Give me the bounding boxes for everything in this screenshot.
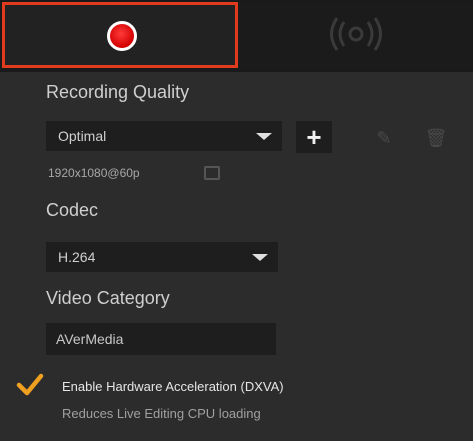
resolution-text: 1920x1080@60p <box>48 166 140 180</box>
recording-quality-dropdown[interactable]: Optimal <box>46 121 282 151</box>
video-category-input[interactable]: AVerMedia <box>46 323 276 355</box>
recording-quality-label: Recording Quality <box>46 82 190 102</box>
recording-quality-value: Optimal <box>58 128 107 144</box>
tab-stream[interactable] <box>238 2 473 68</box>
trash-icon[interactable]: 🗑 <box>424 126 448 150</box>
recording-settings-panel: Recording Quality Optimal + ✎ 🗑 1920x108… <box>0 0 473 441</box>
broadcast-icon <box>330 17 382 51</box>
record-dot-icon <box>107 21 137 51</box>
tab-bar <box>0 0 473 72</box>
chevron-down-icon <box>252 254 268 261</box>
add-preset-button[interactable]: + <box>296 121 332 153</box>
hardware-acceleration-option[interactable]: Enable Hardware Acceleration (DXVA) Redu… <box>14 371 454 431</box>
chevron-down-icon <box>256 133 272 140</box>
monitor-icon <box>204 166 220 180</box>
hardware-acceleration-label: Enable Hardware Acceleration (DXVA) <box>62 379 284 394</box>
codec-label: Codec <box>46 200 99 220</box>
video-category-label: Video Category <box>46 288 170 308</box>
codec-dropdown[interactable]: H.264 <box>46 242 278 272</box>
edit-icon[interactable]: ✎ <box>372 126 396 150</box>
checkmark-icon[interactable] <box>16 373 44 397</box>
codec-value: H.264 <box>58 249 96 265</box>
tab-record[interactable] <box>2 2 238 68</box>
hardware-acceleration-description: Reduces Live Editing CPU loading <box>62 406 261 421</box>
plus-icon: + <box>306 122 322 152</box>
